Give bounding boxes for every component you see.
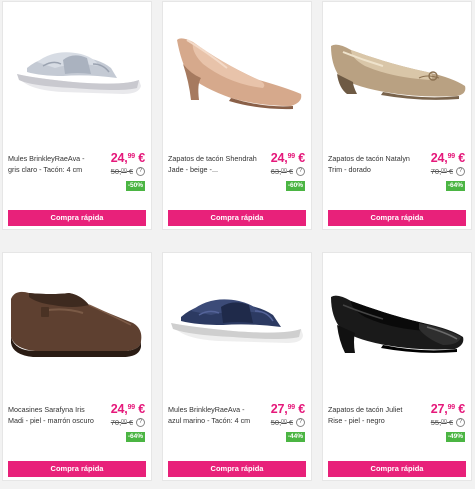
old-price-row: 63,00 € ? bbox=[271, 167, 305, 176]
product-card[interactable]: Mocasines Sarafyna Iris Madi - piel - ma… bbox=[2, 252, 152, 481]
product-price: 24,99 € bbox=[270, 151, 305, 165]
old-price: 50,00 € bbox=[270, 418, 293, 427]
quick-buy-button[interactable]: Compra rápida bbox=[8, 461, 146, 477]
info-icon[interactable]: ? bbox=[136, 167, 145, 176]
grey-slide-sandal-image bbox=[17, 52, 141, 94]
black-pump-image bbox=[331, 295, 464, 353]
info-icon[interactable]: ? bbox=[296, 167, 305, 176]
old-price: 55,00 € bbox=[430, 418, 453, 427]
product-name[interactable]: Zapatos de tacón Shendrah Jade - beige -… bbox=[168, 153, 258, 175]
quick-buy-button[interactable]: Compra rápida bbox=[8, 210, 146, 226]
product-card[interactable]: Mules BrinkleyRaeAva - azul marino - Tac… bbox=[162, 252, 312, 481]
product-name[interactable]: Zapatos de tacón Natalyn Trim - dorado bbox=[328, 153, 418, 175]
old-price-row: 70,00 € ? bbox=[111, 418, 145, 427]
product-name[interactable]: Mules BrinkleyRaeAva - azul marino - Tac… bbox=[168, 404, 258, 426]
quick-buy-button[interactable]: Compra rápida bbox=[168, 210, 306, 226]
product-name[interactable]: Mocasines Sarafyna Iris Madi - piel - ma… bbox=[8, 404, 98, 426]
discount-badge: -44% bbox=[285, 432, 305, 442]
old-price: 50,00 € bbox=[110, 167, 133, 176]
product-price: 27,99 € bbox=[430, 402, 465, 416]
product-image[interactable] bbox=[3, 253, 151, 393]
product-price: 24,99 € bbox=[430, 151, 465, 165]
old-price: 70,00 € bbox=[110, 418, 133, 427]
info-icon[interactable]: ? bbox=[296, 418, 305, 427]
product-price: 24,99 € bbox=[110, 402, 145, 416]
product-image[interactable] bbox=[3, 2, 151, 142]
info-icon[interactable]: ? bbox=[456, 418, 465, 427]
discount-badge: -60% bbox=[285, 181, 305, 191]
product-name[interactable]: Mules BrinkleyRaeAva - gris claro - Tacó… bbox=[8, 153, 98, 175]
old-price-row: 50,00 € ? bbox=[271, 418, 305, 427]
product-name[interactable]: Zapatos de tacón Juliet Rise - piel - ne… bbox=[328, 404, 418, 426]
quick-buy-button[interactable]: Compra rápida bbox=[168, 461, 306, 477]
old-price: 70,00 € bbox=[430, 167, 453, 176]
product-card[interactable]: Zapatos de tacón Natalyn Trim - dorado 2… bbox=[322, 1, 472, 230]
beige-pump-image bbox=[177, 38, 302, 110]
discount-badge: -50% bbox=[125, 181, 145, 191]
info-icon[interactable]: ? bbox=[456, 167, 465, 176]
product-grid: Mules BrinkleyRaeAva - gris claro - Tacó… bbox=[0, 0, 475, 489]
brown-loafer-image bbox=[11, 291, 142, 357]
discount-badge: -49% bbox=[445, 432, 465, 442]
product-image[interactable] bbox=[163, 253, 311, 393]
discount-badge: -64% bbox=[445, 181, 465, 191]
info-icon[interactable]: ? bbox=[136, 418, 145, 427]
product-image[interactable] bbox=[323, 253, 471, 393]
gold-flat-image bbox=[331, 44, 466, 100]
product-card[interactable]: Zapatos de tacón Juliet Rise - piel - ne… bbox=[322, 252, 472, 481]
product-image[interactable] bbox=[323, 2, 471, 142]
old-price-row: 50,00 € ? bbox=[111, 167, 145, 176]
old-price-row: 70,00 € ? bbox=[431, 167, 465, 176]
quick-buy-button[interactable]: Compra rápida bbox=[328, 210, 466, 226]
product-image[interactable] bbox=[163, 2, 311, 142]
quick-buy-button[interactable]: Compra rápida bbox=[328, 461, 466, 477]
old-price: 63,00 € bbox=[270, 167, 293, 176]
product-card[interactable]: Zapatos de tacón Shendrah Jade - beige -… bbox=[162, 1, 312, 230]
product-card[interactable]: Mules BrinkleyRaeAva - gris claro - Tacó… bbox=[2, 1, 152, 230]
old-price-row: 55,00 € ? bbox=[431, 418, 465, 427]
product-price: 24,99 € bbox=[110, 151, 145, 165]
product-price: 27,99 € bbox=[270, 402, 305, 416]
navy-slide-sandal-image bbox=[171, 299, 303, 343]
discount-badge: -64% bbox=[125, 432, 145, 442]
